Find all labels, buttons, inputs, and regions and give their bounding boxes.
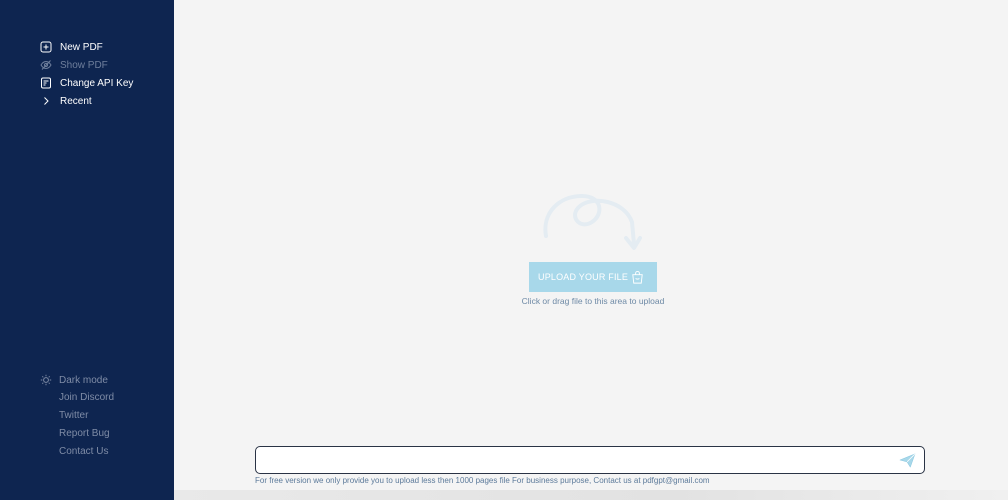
sun-icon <box>40 374 52 386</box>
twitter-link[interactable]: Twitter <box>59 410 88 421</box>
show-pdf-label: Show PDF <box>60 59 108 71</box>
recent-label: Recent <box>60 95 92 107</box>
show-pdf-button[interactable]: Show PDF <box>40 57 108 73</box>
key-doc-icon <box>40 77 52 89</box>
report-bug-link[interactable]: Report Bug <box>59 428 110 439</box>
upload-hint-text: Click or drag file to this area to uploa… <box>521 296 665 306</box>
send-button[interactable] <box>898 452 916 468</box>
chat-input-bar <box>255 446 925 474</box>
dark-mode-label: Dark mode <box>59 374 108 386</box>
bottom-edge <box>174 490 1008 500</box>
contact-us-link[interactable]: Contact Us <box>59 446 108 457</box>
chat-input[interactable] <box>264 451 888 471</box>
change-api-key-label: Change API Key <box>60 77 134 89</box>
upload-arrow-illustration <box>543 193 642 250</box>
join-discord-link[interactable]: Join Discord <box>59 392 114 403</box>
upload-file-button[interactable]: UPLOAD YOUR FILE <box>529 262 657 292</box>
plus-square-icon <box>40 41 52 53</box>
eye-off-icon <box>40 59 52 71</box>
footer-note: For free version we only provide you to … <box>255 476 710 485</box>
upload-bag-icon <box>630 270 645 285</box>
change-api-key-button[interactable]: Change API Key <box>40 75 133 91</box>
upload-file-label: UPLOAD YOUR FILE <box>538 272 629 282</box>
sidebar: New PDF Show PDF Change API Key Recent D… <box>0 0 174 500</box>
send-icon <box>899 453 915 467</box>
new-pdf-button[interactable]: New PDF <box>40 39 103 55</box>
new-pdf-label: New PDF <box>60 41 103 53</box>
dark-mode-toggle[interactable]: Dark mode <box>40 374 108 386</box>
recent-toggle[interactable]: Recent <box>40 93 92 109</box>
chevron-right-icon <box>40 95 52 107</box>
